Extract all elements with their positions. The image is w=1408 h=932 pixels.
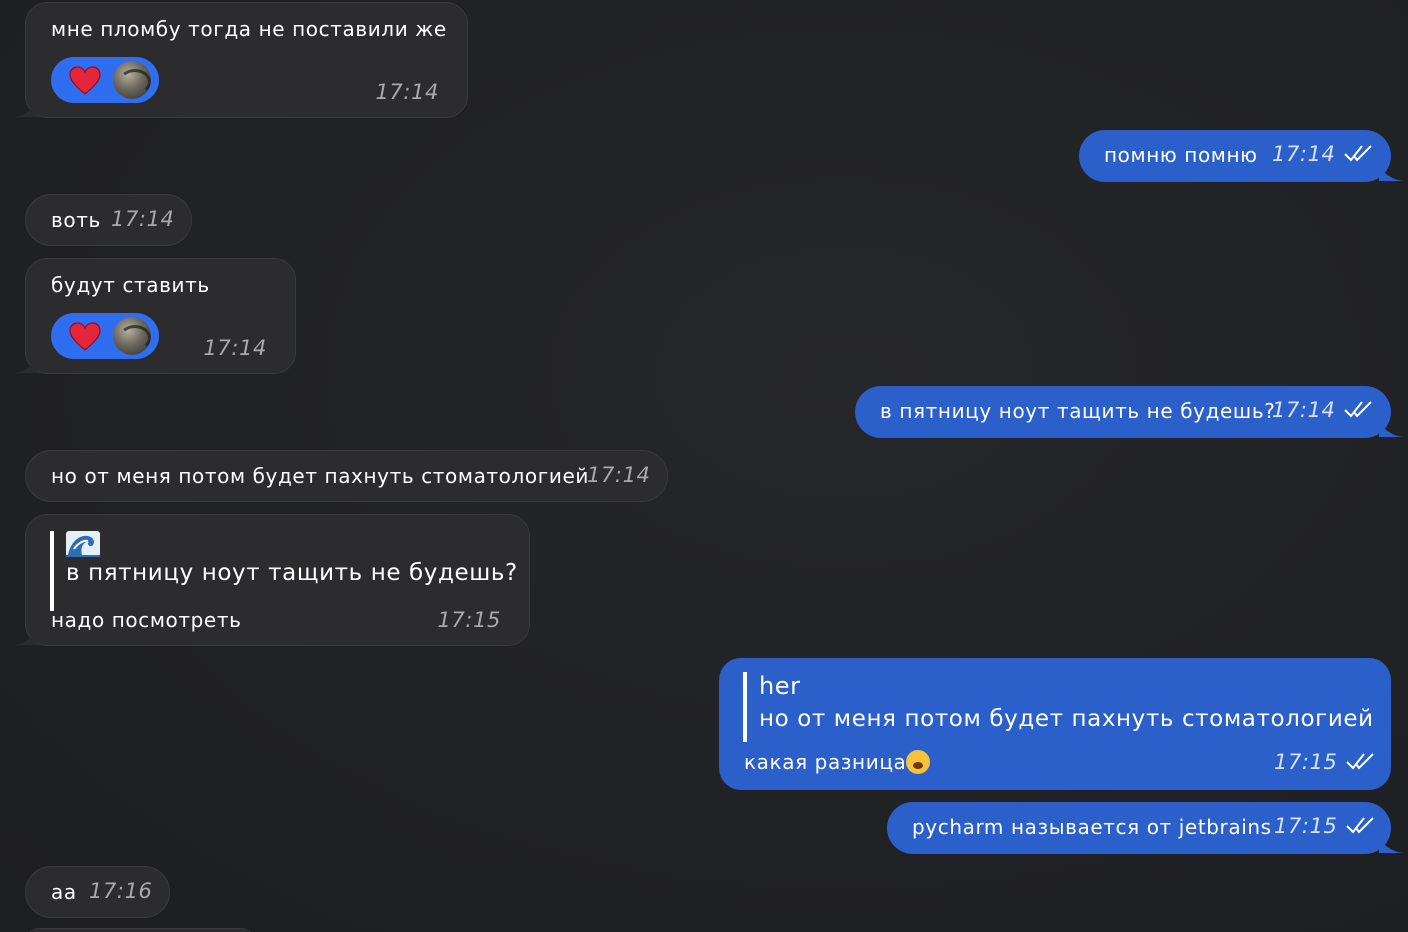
message-time: 17:16 — [89, 879, 153, 903]
message-time: 17:15 — [437, 608, 501, 632]
message-incoming[interactable]: но от меня потом будет пахнуть стоматоло… — [25, 450, 668, 502]
reaction-pill[interactable] — [51, 57, 159, 103]
message-outgoing[interactable]: помню помню 17:14 — [1079, 130, 1403, 182]
reply-quote[interactable]: в пятницу ноут тащить не будешь? — [50, 531, 518, 611]
message-meta: 17:15 — [1274, 814, 1375, 838]
reply-quote-text: в пятницу ноут тащить не будешь? — [66, 560, 518, 586]
message-incoming[interactable]: мне пломбу тогда не поставили же 17:14 — [14, 2, 468, 118]
message-body: какая разница — [744, 750, 931, 774]
message-text: мне пломбу тогда не поставили же — [51, 17, 447, 41]
message-outgoing[interactable]: в пятницу ноут тащить не будешь? 17:14 — [855, 386, 1403, 438]
message-time: 17:14 — [203, 336, 267, 360]
read-checkmarks-icon — [1343, 401, 1372, 418]
message-text: воть — [51, 208, 101, 232]
heart-reaction-icon — [69, 66, 101, 95]
bubble-tail — [14, 100, 38, 117]
bubble-tail — [14, 356, 38, 373]
message-text: надо посмотреть — [51, 608, 242, 632]
message-incoming[interactable]: будут ставить 17:14 — [14, 258, 296, 374]
message-outgoing[interactable]: pycharm называется от jetbrains 17:15 — [887, 802, 1403, 854]
message-meta: 17:15 — [1274, 750, 1375, 774]
bubble-tail — [1379, 164, 1403, 181]
reaction-pill[interactable] — [51, 313, 159, 359]
message-time: 17:15 — [1274, 814, 1338, 838]
message-text: аа — [51, 880, 77, 904]
reply-quote[interactable]: her но от меня потом будет пахнуть стома… — [743, 672, 1374, 742]
message-text: помню помню — [1104, 143, 1258, 167]
message-time: 17:14 — [111, 207, 175, 231]
message-time: 17:14 — [1272, 398, 1336, 422]
bubble-tail — [14, 628, 38, 645]
read-checkmarks-icon — [1345, 753, 1374, 770]
heart-reaction-icon — [69, 322, 101, 351]
message-meta: 17:14 — [1272, 142, 1373, 166]
message-text: в пятницу ноут тащить не будешь? — [880, 399, 1276, 423]
message-outgoing-reply[interactable]: her но от меня потом будет пахнуть стома… — [719, 658, 1391, 790]
reaction-avatar-icon — [113, 61, 151, 99]
message-text: будут ставить — [51, 273, 210, 297]
message-incoming[interactable]: воть 17:14 — [25, 194, 192, 246]
message-text: но от меня потом будет пахнуть стоматоло… — [51, 464, 589, 488]
crying-face-emoji-icon — [906, 750, 931, 774]
message-time: 17:14 — [587, 463, 651, 487]
message-time: 17:15 — [1274, 750, 1338, 774]
message-text: какая разница — [744, 750, 907, 774]
bubble-tail — [1379, 420, 1403, 437]
message-incoming-partial[interactable] — [25, 928, 255, 932]
reaction-avatar-icon — [113, 317, 151, 355]
message-text: pycharm называется от jetbrains — [912, 815, 1272, 839]
reply-quote-text: но от меня потом будет пахнуть стоматоло… — [759, 706, 1374, 732]
read-checkmarks-icon — [1345, 817, 1374, 834]
message-meta: 17:14 — [1272, 398, 1373, 422]
read-checkmarks-icon — [1343, 145, 1372, 162]
chat-message-area: мне пломбу тогда не поставили же 17:14 п… — [0, 0, 1408, 932]
message-incoming[interactable]: аа 17:16 — [25, 866, 170, 918]
reply-quote-sender: her — [759, 672, 801, 700]
wave-emoji-icon — [66, 531, 100, 557]
message-time: 17:14 — [375, 80, 439, 104]
message-time: 17:14 — [1272, 142, 1336, 166]
bubble-tail — [1379, 836, 1403, 853]
message-incoming-reply[interactable]: в пятницу ноут тащить не будешь? надо по… — [14, 514, 530, 646]
